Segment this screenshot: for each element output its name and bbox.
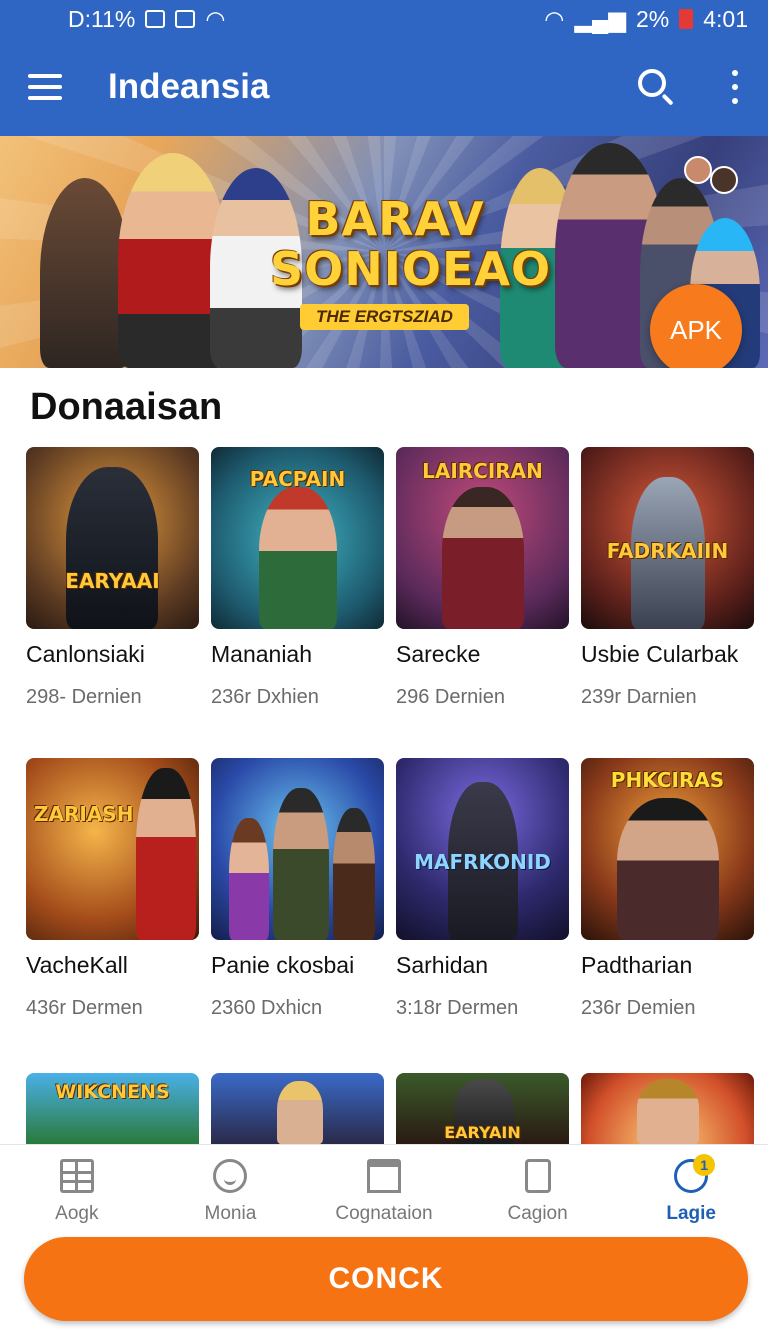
avatar: [684, 156, 712, 184]
game-meta: 298- Dernien: [26, 686, 142, 708]
app-bar: Indeansia: [0, 38, 768, 136]
game-card[interactable]: [211, 1073, 384, 1144]
game-meta: 296 Dernien: [396, 686, 505, 708]
chat-icon: 1: [674, 1154, 716, 1193]
game-card[interactable]: Panie ckosbai 2360 Dxhicn: [211, 758, 384, 1020]
nav-item-cagion[interactable]: Cagion: [461, 1145, 615, 1240]
game-name: VacheKall: [26, 952, 128, 978]
game-name: Padtharian: [581, 952, 693, 978]
game-thumbnail: LAIRCIRAN: [396, 447, 569, 629]
nav-label: Lagie: [666, 1203, 716, 1224]
game-card[interactable]: EARYAAI Canlonsiaki 298- Dernien: [26, 447, 199, 709]
game-thumbnail: PACPAIN: [211, 447, 384, 629]
device-icon: [524, 1159, 551, 1193]
wifi-signal-icon: ◠: [544, 5, 565, 32]
avatar: [710, 166, 738, 194]
game-meta: 236r Dxhien: [211, 686, 319, 708]
game-card[interactable]: LAIRCIRAN Sarecke 296 Dernien: [396, 447, 569, 709]
nav-label: Monia: [204, 1203, 257, 1224]
nav-label: Aogk: [55, 1203, 99, 1224]
status-left-text: D:11%: [68, 5, 136, 32]
store-icon: [366, 1159, 401, 1193]
game-thumbnail: FADRKAIIN: [581, 447, 754, 629]
notification-icon: [145, 10, 166, 28]
game-name: Sarecke: [396, 641, 481, 667]
game-card[interactable]: [581, 1073, 754, 1144]
cell-signal-icon: ▂▄▆: [574, 5, 626, 32]
game-thumbnail: ZARIASH: [26, 758, 199, 940]
nav-item-monia[interactable]: Monia: [154, 1145, 308, 1240]
game-meta: 239r Darnien: [581, 686, 697, 708]
wifi-icon: ◠: [205, 5, 226, 32]
nav-label: Cagion: [507, 1203, 568, 1224]
game-card[interactable]: WIKCNENS: [26, 1073, 199, 1144]
nav-item-aogk[interactable]: Aogk: [0, 1145, 154, 1240]
screenshot-icon: [175, 10, 196, 28]
app-title: Indeansia: [108, 67, 270, 106]
game-thumbnail: MAFRKONID: [396, 758, 569, 940]
game-name: Sarhidan: [396, 952, 489, 978]
hero-figure: [40, 178, 130, 368]
clock: 4:01: [703, 5, 748, 32]
section-title: Donaaisan: [30, 386, 223, 428]
nav-label: Cognataion: [335, 1203, 433, 1224]
game-thumbnail: WIKCNENS: [26, 1073, 199, 1144]
nav-item-lagie[interactable]: 1 Lagie: [614, 1145, 768, 1240]
notification-badge: 1: [693, 1154, 716, 1176]
game-thumbnail: PHKCIRAS: [581, 758, 754, 940]
game-card[interactable]: EARYAIN: [396, 1073, 569, 1144]
banner-subtitle: THE ERGTSZIAD: [300, 304, 469, 330]
battery-percent: 2%: [635, 5, 670, 32]
game-meta: 3:18r Dermen: [396, 997, 519, 1019]
smile-icon: [213, 1159, 248, 1193]
more-vert-icon[interactable]: [730, 70, 740, 104]
game-card[interactable]: PHKCIRAS Padtharian 236r Demien: [581, 758, 754, 1020]
grid-icon: [59, 1159, 94, 1193]
search-icon[interactable]: [636, 67, 676, 107]
battery-icon: [679, 9, 694, 29]
game-card[interactable]: MAFRKONID Sarhidan 3:18r Dermen: [396, 758, 569, 1020]
game-card[interactable]: PACPAIN Mananiah 236r Dxhien: [211, 447, 384, 709]
game-name: Panie ckosbai: [211, 952, 355, 978]
game-name: Usbie Cularbak: [581, 641, 739, 667]
bottom-nav: Aogk Monia Cognataion Cagion 1 Lagie: [0, 1144, 768, 1240]
primary-cta-button[interactable]: CONCK: [24, 1237, 748, 1321]
game-thumbnail: [211, 1073, 384, 1144]
promo-banner[interactable]: BARAV SONIOEAO THE ERGTSZIAD APK: [0, 136, 768, 368]
banner-title: BARAV SONIOEAO: [270, 192, 552, 296]
nav-item-cognataion[interactable]: Cognataion: [307, 1145, 461, 1240]
game-meta: 236r Demien: [581, 997, 696, 1019]
game-meta: 2360 Dxhicn: [211, 997, 323, 1019]
game-thumbnail: EARYAIN: [396, 1073, 569, 1144]
game-name: Mananiah: [211, 641, 313, 667]
game-thumbnail: EARYAAI: [26, 447, 199, 629]
game-card[interactable]: ZARIASH VacheKall 436r Dermen: [26, 758, 199, 1020]
game-card[interactable]: FADRKAIIN Usbie Cularbak 239r Darnien: [581, 447, 754, 709]
game-meta: 436r Dermen: [26, 997, 143, 1019]
game-thumbnail: [581, 1073, 754, 1144]
apk-button[interactable]: APK: [650, 284, 742, 368]
game-name: Canlonsiaki: [26, 641, 145, 667]
status-bar: D:11% ◠ ◠ ▂▄▆ 2% 4:01: [0, 0, 768, 38]
hamburger-icon[interactable]: [28, 74, 62, 100]
game-thumbnail: [211, 758, 384, 940]
